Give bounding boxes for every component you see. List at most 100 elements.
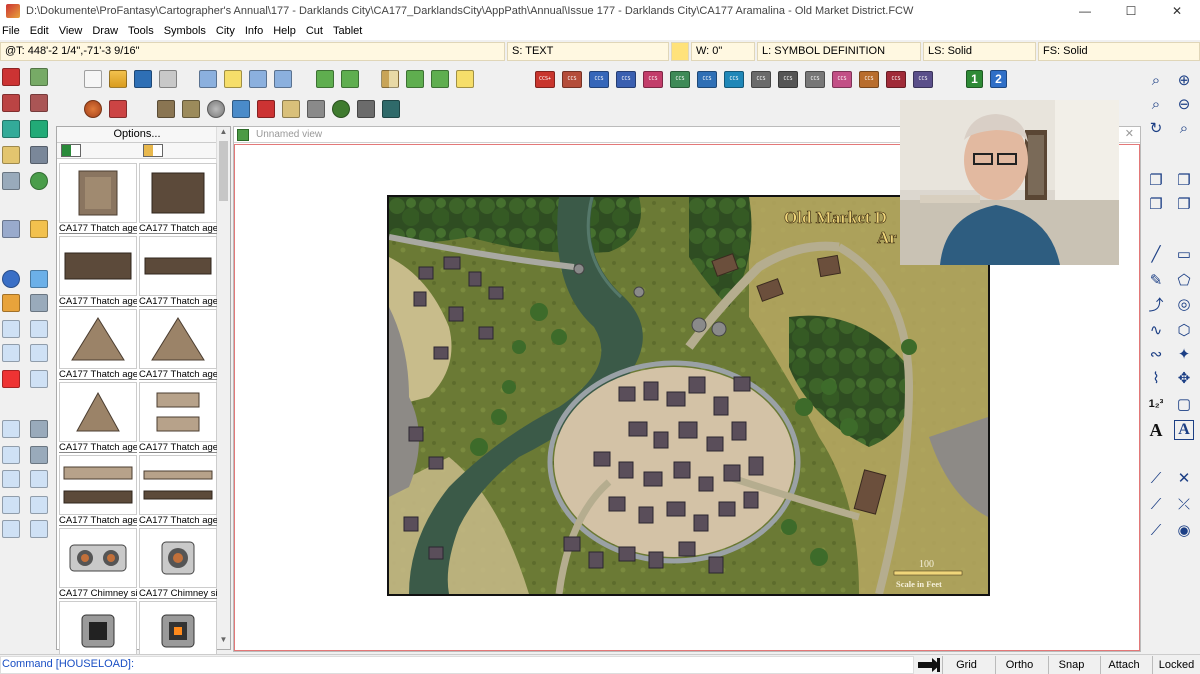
catalog-folder-icon[interactable] bbox=[143, 144, 163, 157]
snap-cross-icon[interactable]: ✕ bbox=[1174, 468, 1194, 488]
copy-icon[interactable] bbox=[199, 70, 217, 88]
wagon-icon[interactable] bbox=[257, 100, 275, 118]
open-folder-icon[interactable] bbox=[109, 70, 127, 88]
spline-tool-icon[interactable]: ∾ bbox=[1146, 344, 1166, 364]
color-ball-icon[interactable] bbox=[84, 100, 102, 118]
fill-icon[interactable] bbox=[109, 100, 127, 118]
zoom-window-icon[interactable]: ⌕ bbox=[1146, 70, 1166, 90]
polygon-tool-icon[interactable]: ⬠ bbox=[1174, 270, 1194, 290]
break-icon[interactable] bbox=[2, 446, 20, 464]
ccs-plus-icon[interactable]: CCS+ bbox=[535, 70, 555, 88]
ccs-icon-2[interactable]: CCS bbox=[562, 70, 582, 88]
crate-icon[interactable] bbox=[282, 100, 300, 118]
view-close-button[interactable]: ✕ bbox=[1125, 127, 1134, 140]
ccs-icon-11[interactable]: CCS bbox=[805, 70, 825, 88]
trim-icon[interactable] bbox=[2, 420, 20, 438]
edit-map-icon[interactable] bbox=[30, 120, 48, 138]
ccs-icon-14[interactable]: CCS bbox=[886, 70, 906, 88]
cross-icon[interactable] bbox=[30, 520, 48, 538]
menu-tablet[interactable]: Tablet bbox=[328, 25, 367, 37]
line-style[interactable]: LS: Solid bbox=[923, 42, 1036, 61]
locked-toggle[interactable]: Locked bbox=[1152, 656, 1200, 674]
building-tool-icon[interactable] bbox=[30, 94, 48, 112]
catalog-open-icon[interactable] bbox=[381, 70, 399, 88]
menu-file[interactable]: File bbox=[0, 25, 25, 37]
ccs-icon-10[interactable]: CCS bbox=[778, 70, 798, 88]
current-sheet[interactable]: S: TEXT bbox=[507, 42, 669, 61]
notes-icon[interactable] bbox=[30, 220, 48, 238]
text-style-icon[interactable] bbox=[30, 294, 48, 312]
minimize-button[interactable]: — bbox=[1062, 0, 1108, 22]
align-icon[interactable] bbox=[30, 370, 48, 388]
smooth-poly-icon[interactable]: ⬡ bbox=[1174, 320, 1194, 340]
undo-icon[interactable] bbox=[2, 270, 20, 288]
snap-endpoint-icon[interactable]: ⟋ bbox=[1146, 494, 1166, 514]
symbol-tile[interactable]: CA177 Thatch age bbox=[59, 309, 137, 380]
maximize-button[interactable]: ☐ bbox=[1108, 0, 1154, 22]
note-icon[interactable] bbox=[224, 70, 242, 88]
scroll-down-arrow[interactable]: ▼ bbox=[217, 635, 230, 647]
erase-icon[interactable] bbox=[2, 370, 20, 388]
chimney-icon[interactable] bbox=[357, 100, 375, 118]
paste-icon[interactable] bbox=[249, 70, 267, 88]
ccs-icon-5[interactable]: CCS bbox=[643, 70, 663, 88]
zoom-out-icon[interactable]: ⊖ bbox=[1174, 94, 1194, 114]
symbol-tile[interactable]: CA177 Thatch age bbox=[139, 163, 217, 234]
ccs-icon-7[interactable]: CCS bbox=[697, 70, 717, 88]
symbol-tile[interactable]: CA177 Chimney si bbox=[59, 528, 137, 599]
wall-tool-icon[interactable] bbox=[2, 94, 20, 112]
tree-icon[interactable] bbox=[332, 100, 350, 118]
library-icon[interactable] bbox=[30, 68, 48, 86]
catalog-scrollbar[interactable]: ▲ ▼ bbox=[216, 127, 230, 649]
snap-line-icon[interactable]: ⟋ bbox=[1146, 468, 1166, 488]
window-cascade-icon[interactable]: ❐ bbox=[1146, 170, 1166, 190]
ccs-icon-4[interactable]: CCS bbox=[616, 70, 636, 88]
command-input[interactable] bbox=[0, 656, 914, 674]
new-file-icon[interactable] bbox=[84, 70, 102, 88]
symbol-tile[interactable]: CA177 Thatch age bbox=[59, 163, 137, 234]
menu-view[interactable]: View bbox=[54, 25, 88, 37]
menu-draw[interactable]: Draw bbox=[87, 25, 123, 37]
text-edit-icon[interactable] bbox=[30, 420, 48, 438]
frame-icon[interactable] bbox=[382, 100, 400, 118]
properties-icon[interactable] bbox=[274, 70, 292, 88]
current-layer[interactable]: L: SYMBOL DEFINITION bbox=[757, 42, 921, 61]
symbol-tile[interactable]: CA177 Thatch age bbox=[59, 236, 137, 307]
curve-tool-icon[interactable]: ∿ bbox=[1146, 320, 1166, 340]
scroll-up-arrow[interactable]: ▲ bbox=[217, 127, 230, 139]
wall-icon[interactable] bbox=[157, 100, 175, 118]
snap-midpoint-icon[interactable]: ⟋ bbox=[1146, 520, 1166, 540]
attach-toggle[interactable]: Attach bbox=[1100, 656, 1147, 674]
sheet-icon[interactable] bbox=[2, 172, 20, 190]
zoom-in-icon[interactable]: ⊕ bbox=[1174, 70, 1194, 90]
symbol-tile[interactable]: CA177 Thatch age bbox=[139, 236, 217, 307]
menu-info[interactable]: Info bbox=[240, 25, 268, 37]
refresh-icon[interactable] bbox=[30, 172, 48, 190]
measure-icon[interactable] bbox=[2, 520, 20, 538]
path-tool-icon[interactable]: ⤴ bbox=[1146, 294, 1166, 314]
wheel-icon[interactable] bbox=[207, 100, 225, 118]
grid-icon[interactable] bbox=[2, 146, 20, 164]
ccs-icon-6[interactable]: CCS bbox=[670, 70, 690, 88]
menu-help[interactable]: Help bbox=[268, 25, 301, 37]
offset-icon[interactable] bbox=[2, 470, 20, 488]
zoom-extents-icon[interactable]: ⌕ bbox=[1146, 94, 1166, 114]
rotate-icon[interactable] bbox=[2, 344, 20, 362]
map-view-icon[interactable] bbox=[232, 100, 250, 118]
text-tool-icon[interactable]: A bbox=[1146, 420, 1166, 440]
line-width[interactable]: W: 0" bbox=[691, 42, 755, 61]
circle-tool-icon[interactable]: ◎ bbox=[1174, 294, 1194, 314]
numbering-icon[interactable]: 1₂³ bbox=[1146, 394, 1166, 414]
symbol-tile[interactable]: CA177 Thatch age bbox=[139, 309, 217, 380]
grid-toggle[interactable]: Grid bbox=[942, 656, 990, 674]
catalog-options-button[interactable]: Options... bbox=[57, 127, 217, 143]
named-view-icon[interactable]: ❐ bbox=[1174, 194, 1194, 214]
scroll-thumb[interactable] bbox=[219, 141, 228, 201]
menu-edit[interactable]: Edit bbox=[25, 25, 54, 37]
fractal-path-icon[interactable]: ⌇ bbox=[1146, 368, 1166, 388]
scale-icon[interactable] bbox=[30, 344, 48, 362]
symbol-tile[interactable]: CA177 Thatch age bbox=[59, 382, 137, 453]
redraw-icon[interactable]: ↻ bbox=[1146, 118, 1166, 138]
save-icon[interactable] bbox=[134, 70, 152, 88]
eyedropper-icon[interactable] bbox=[30, 270, 48, 288]
